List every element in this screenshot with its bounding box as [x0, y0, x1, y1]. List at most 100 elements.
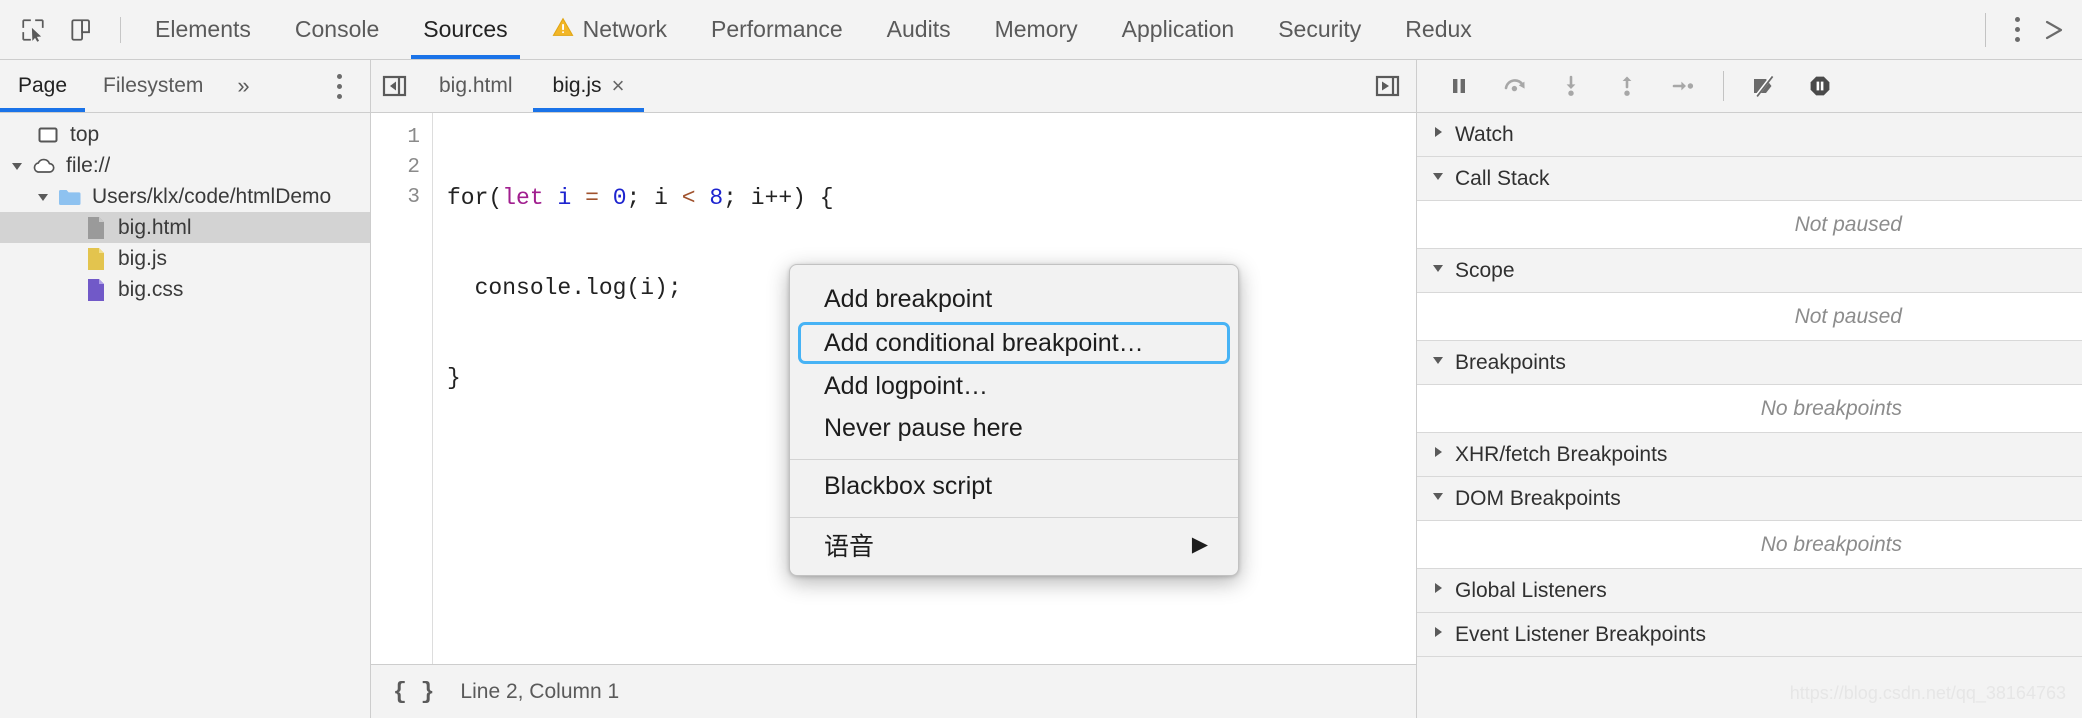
tree-item-file-origin[interactable]: file://	[0, 150, 370, 181]
pause-on-exceptions-icon[interactable]	[1792, 64, 1848, 108]
tab-elements-label: Elements	[155, 16, 251, 42]
tab-sources[interactable]: Sources	[401, 0, 529, 59]
context-menu-item-label: Add conditional breakpoint…	[824, 328, 1144, 357]
tab-security-label: Security	[1278, 16, 1362, 42]
tab-application-label: Application	[1121, 16, 1235, 42]
navigator-tab-filesystem[interactable]: Filesystem	[85, 60, 221, 112]
show-debugger-sidebar-icon[interactable]	[1360, 74, 1416, 98]
tree-item-top-label: top	[70, 122, 100, 146]
tab-network-label: Network	[582, 16, 667, 42]
section-header-scope[interactable]: Scope	[1417, 249, 2082, 293]
tab-security[interactable]: Security	[1256, 0, 1383, 59]
section-title: Watch	[1455, 122, 1514, 146]
devtools-body: Page Filesystem » top file:// Users/klx/…	[0, 60, 2082, 718]
editor-tab-big-html[interactable]: big.html	[419, 60, 533, 112]
context-menu-item-blackbox-script[interactable]: Blackbox script	[798, 467, 1230, 506]
twisty-open-icon[interactable]	[30, 190, 56, 204]
context-menu-item-add-breakpoint[interactable]: Add breakpoint	[798, 280, 1230, 319]
empty-state-label: Not paused	[1794, 304, 1902, 328]
chevron-right-icon	[1431, 445, 1445, 464]
context-menu-item-label: 语音	[824, 531, 875, 561]
code-editor[interactable]: 1 2 3 for(let i = 0; i < 8; i++) { conso…	[371, 113, 1416, 664]
more-tabs-chevron-icon[interactable]: »	[221, 73, 265, 99]
editor-tab-strip: big.html big.js ×	[371, 60, 1416, 113]
context-menu-item-add-logpoint[interactable]: Add logpoint…	[798, 367, 1230, 406]
context-menu-item-label: Add logpoint…	[824, 372, 989, 400]
close-icon[interactable]	[2034, 10, 2074, 50]
tab-performance[interactable]: Performance	[689, 0, 865, 59]
pretty-print-icon[interactable]: { }	[393, 679, 434, 705]
section-title: Scope	[1455, 258, 1515, 282]
show-navigator-icon[interactable]	[371, 74, 419, 98]
tree-item-big-js[interactable]: big.js	[0, 243, 370, 274]
line-number-gutter[interactable]: 1 2 3	[371, 113, 433, 664]
context-menu-item-never-pause-here[interactable]: Never pause here	[798, 409, 1230, 448]
sources-navigator-panel: Page Filesystem » top file:// Users/klx/…	[0, 60, 371, 718]
tab-audits-label: Audits	[886, 16, 951, 42]
submenu-arrow-icon: ▶	[1191, 533, 1208, 556]
section-header-breakpoints[interactable]: Breakpoints	[1417, 341, 2082, 385]
step-into-icon[interactable]	[1543, 64, 1599, 108]
navigator-tab-filesystem-label: Filesystem	[103, 74, 204, 97]
navigator-more-options-kebab-icon[interactable]	[322, 69, 356, 103]
tab-elements[interactable]: Elements	[133, 0, 273, 59]
navigator-tab-page[interactable]: Page	[0, 60, 86, 112]
chevron-right-icon	[1431, 581, 1445, 600]
tree-item-big-css-label: big.css	[118, 277, 184, 301]
line-number[interactable]: 2	[371, 153, 420, 183]
editor-tab-close-icon[interactable]: ×	[612, 75, 625, 97]
file-css-icon	[82, 277, 110, 303]
editor-tab-big-js[interactable]: big.js ×	[532, 60, 645, 112]
editor-status-bar: { } Line 2, Column 1	[371, 664, 1416, 718]
twisty-open-icon[interactable]	[4, 159, 30, 173]
editor-tab-big-js-label: big.js	[552, 74, 602, 97]
inspect-element-icon[interactable]	[12, 9, 54, 51]
source-editor-pane: big.html big.js × 1 2 3 for(let i = 0; i…	[371, 60, 1416, 718]
tab-redux[interactable]: Redux	[1383, 0, 1493, 59]
tree-item-big-html[interactable]: big.html	[0, 212, 370, 243]
tree-item-big-css[interactable]: big.css	[0, 274, 370, 305]
deactivate-breakpoints-icon[interactable]	[1736, 64, 1792, 108]
section-header-call-stack[interactable]: Call Stack	[1417, 157, 2082, 201]
section-body-breakpoints: No breakpoints	[1417, 385, 2082, 433]
navigator-tab-strip: Page Filesystem »	[0, 60, 370, 113]
section-header-global-listeners[interactable]: Global Listeners	[1417, 569, 2082, 613]
tree-item-file-origin-label: file://	[66, 153, 111, 177]
context-menu-item-label: Blackbox script	[824, 472, 993, 500]
tree-item-top[interactable]: top	[0, 119, 370, 150]
warning-triangle-icon	[552, 16, 574, 43]
tab-console-label: Console	[294, 16, 380, 42]
tree-item-big-html-label: big.html	[118, 215, 192, 239]
devtools-settings-kebab-icon[interactable]	[2000, 13, 2034, 47]
tab-audits[interactable]: Audits	[865, 0, 973, 59]
frame-icon	[34, 124, 62, 146]
section-header-dom-breakpoints[interactable]: DOM Breakpoints	[1417, 477, 2082, 521]
file-html-icon	[82, 215, 110, 241]
tab-network[interactable]: Network	[530, 0, 689, 59]
gutter-context-menu: Add breakpoint Add conditional breakpoin…	[789, 264, 1239, 576]
section-title: Global Listeners	[1455, 578, 1607, 602]
section-header-watch[interactable]: Watch	[1417, 113, 2082, 157]
debugger-toolbar	[1417, 60, 2082, 113]
context-menu-item-add-conditional-breakpoint[interactable]: Add conditional breakpoint…	[798, 322, 1230, 364]
tree-item-folder[interactable]: Users/klx/code/htmlDemo	[0, 181, 370, 212]
tab-application[interactable]: Application	[1100, 0, 1257, 59]
step-icon[interactable]	[1655, 64, 1711, 108]
step-out-icon[interactable]	[1599, 64, 1655, 108]
tab-memory[interactable]: Memory	[973, 0, 1100, 59]
step-over-icon[interactable]	[1487, 64, 1543, 108]
line-number[interactable]: 1	[371, 123, 420, 153]
tab-memory-label: Memory	[994, 16, 1078, 42]
line-number[interactable]: 3	[371, 183, 420, 213]
context-menu-item-speech[interactable]: 语音 ▶	[798, 525, 1230, 564]
code-line[interactable]: for(let i = 0; i < 8; i++) {	[447, 183, 1416, 213]
section-header-event-listener-breakpoints[interactable]: Event Listener Breakpoints	[1417, 613, 2082, 657]
panel-tab-strip: Elements Console Sources Network Perform…	[133, 0, 1494, 59]
section-header-xhr-fetch-breakpoints[interactable]: XHR/fetch Breakpoints	[1417, 433, 2082, 477]
debugger-toolbar-divider	[1723, 71, 1724, 101]
device-toolbar-icon[interactable]	[60, 9, 102, 51]
chevron-down-icon	[1431, 489, 1445, 508]
tab-console[interactable]: Console	[273, 0, 401, 59]
chevron-right-icon	[1431, 625, 1445, 644]
pause-script-icon[interactable]	[1431, 64, 1487, 108]
